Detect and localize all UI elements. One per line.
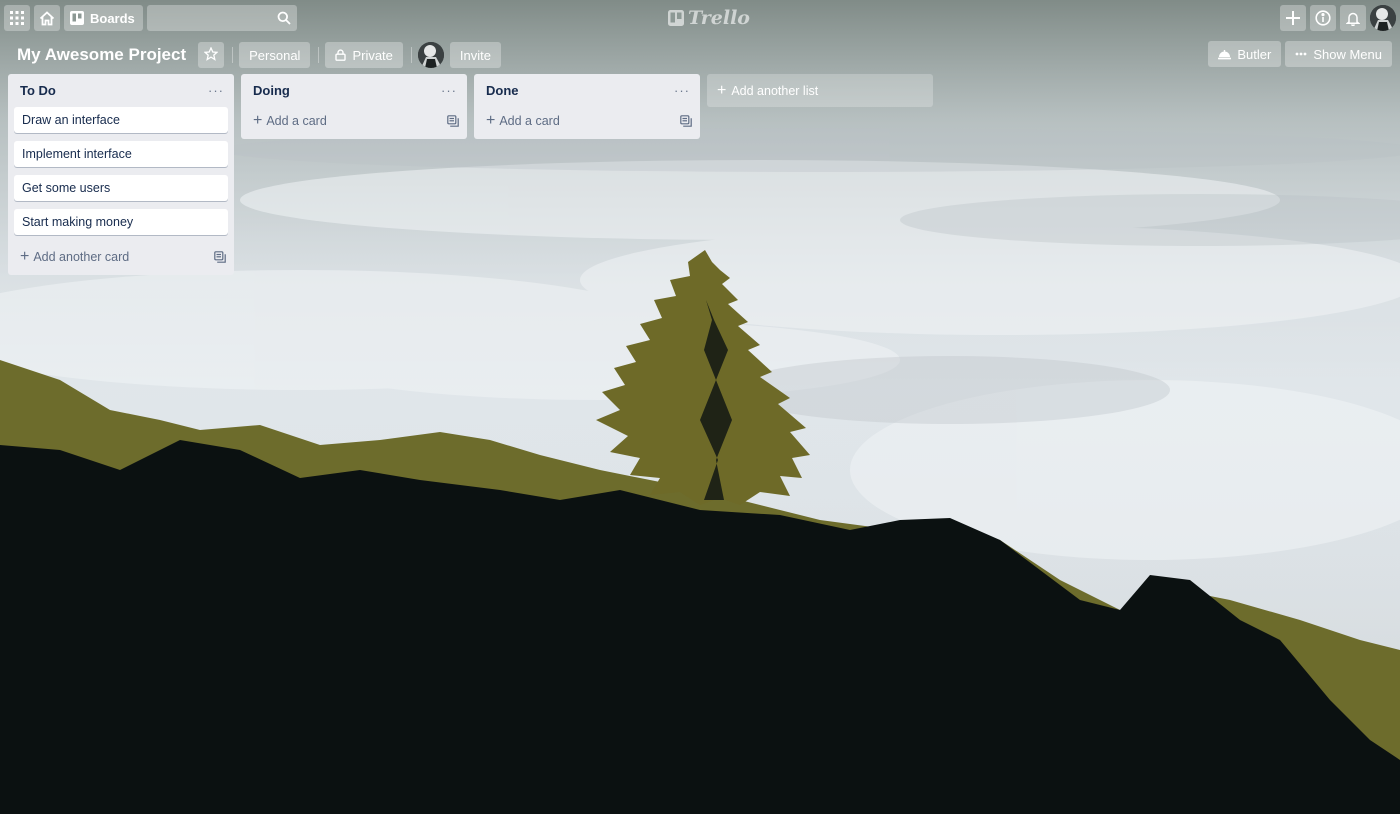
more-horizontal-icon — [1295, 52, 1307, 56]
home-icon — [39, 10, 55, 26]
star-icon — [203, 45, 219, 64]
list-todo: To Do ··· Draw an interface Implement in… — [8, 74, 234, 275]
list-menu-icon[interactable]: ··· — [439, 83, 459, 98]
list-menu-icon[interactable]: ··· — [206, 83, 226, 98]
board-header-right: Butler Show Menu — [1204, 41, 1392, 67]
notifications-button[interactable] — [1340, 5, 1366, 31]
plus-icon: + — [486, 112, 496, 129]
search-icon[interactable] — [277, 11, 291, 28]
visibility-button[interactable]: Private — [325, 42, 403, 68]
add-card-button[interactable]: + Add a card — [486, 113, 560, 129]
trello-logo-text: Trello — [688, 7, 750, 29]
plus-icon: + — [20, 248, 30, 265]
card-template-icon[interactable] — [447, 115, 459, 127]
add-card-label: Add another card — [33, 250, 130, 264]
list-header: To Do ··· — [8, 74, 234, 107]
list-footer: + Add a card — [241, 107, 467, 135]
list-footer: + Add a card — [474, 107, 700, 135]
list-footer: + Add another card — [8, 243, 234, 271]
board-header-divider — [410, 47, 412, 63]
butler-label: Butler — [1237, 46, 1272, 62]
star-board-button[interactable] — [198, 42, 225, 68]
card[interactable]: Implement interface — [14, 141, 228, 167]
plus-icon: + — [253, 112, 263, 129]
show-menu-label: Show Menu — [1313, 46, 1382, 62]
board-member-avatar[interactable] — [417, 42, 444, 68]
info-icon — [1315, 10, 1331, 26]
info-button[interactable] — [1310, 5, 1336, 31]
search-box[interactable] — [146, 5, 297, 31]
top-header: Boards Trello — [0, 0, 1400, 36]
board-header-divider — [232, 47, 234, 63]
team-button[interactable]: Personal — [239, 42, 311, 68]
avatar-image — [1370, 5, 1396, 31]
list-header: Done ··· — [474, 74, 700, 107]
apps-grid-icon — [10, 11, 24, 25]
list-doing: Doing ··· + Add a card — [241, 74, 467, 139]
board-title[interactable]: My Awesome Project — [8, 40, 192, 70]
add-card-button[interactable]: + Add another card — [20, 249, 129, 265]
search-input[interactable] — [146, 5, 297, 31]
butler-button[interactable]: Butler — [1208, 41, 1282, 67]
add-list-button[interactable]: + Add another list — [707, 74, 933, 107]
apps-grid-button[interactable] — [4, 5, 30, 31]
list-header: Doing ··· — [241, 74, 467, 107]
board-header: My Awesome Project Personal Private Invi… — [0, 36, 1400, 74]
list-title[interactable]: Done — [486, 83, 519, 98]
add-card-label: Add a card — [266, 114, 327, 128]
add-list-label: Add another list — [731, 83, 819, 98]
list-menu-icon[interactable]: ··· — [672, 83, 692, 98]
bell-icon — [1346, 11, 1360, 26]
list-title[interactable]: Doing — [253, 83, 290, 98]
header-actions — [1280, 5, 1396, 31]
card[interactable]: Get some users — [14, 175, 228, 201]
trello-logo[interactable]: Trello — [668, 7, 750, 29]
board-lists: To Do ··· Draw an interface Implement in… — [8, 74, 933, 275]
add-card-button[interactable]: + Add a card — [253, 113, 327, 129]
create-button[interactable] — [1280, 5, 1306, 31]
show-menu-button[interactable]: Show Menu — [1285, 41, 1392, 67]
card-template-icon[interactable] — [680, 115, 692, 127]
butler-icon — [1218, 49, 1232, 60]
user-avatar[interactable] — [1370, 5, 1396, 31]
list-title[interactable]: To Do — [20, 83, 56, 98]
visibility-label: Private — [352, 47, 393, 63]
boards-button[interactable]: Boards — [64, 5, 143, 31]
add-card-label: Add a card — [499, 114, 560, 128]
invite-button[interactable]: Invite — [449, 42, 501, 68]
trello-logo-icon — [668, 10, 684, 26]
plus-icon — [1286, 11, 1300, 25]
card[interactable]: Start making money — [14, 209, 228, 235]
list-done: Done ··· + Add a card — [474, 74, 700, 139]
plus-icon: + — [717, 81, 727, 99]
member-avatar-image — [417, 42, 444, 68]
lock-icon — [335, 49, 347, 61]
card[interactable]: Draw an interface — [14, 107, 228, 133]
boards-icon — [70, 11, 84, 25]
card-template-icon[interactable] — [214, 251, 226, 263]
home-button[interactable] — [34, 5, 60, 31]
card-list: Draw an interface Implement interface Ge… — [8, 107, 234, 235]
board-header-divider — [318, 47, 320, 63]
boards-label: Boards — [90, 10, 135, 26]
